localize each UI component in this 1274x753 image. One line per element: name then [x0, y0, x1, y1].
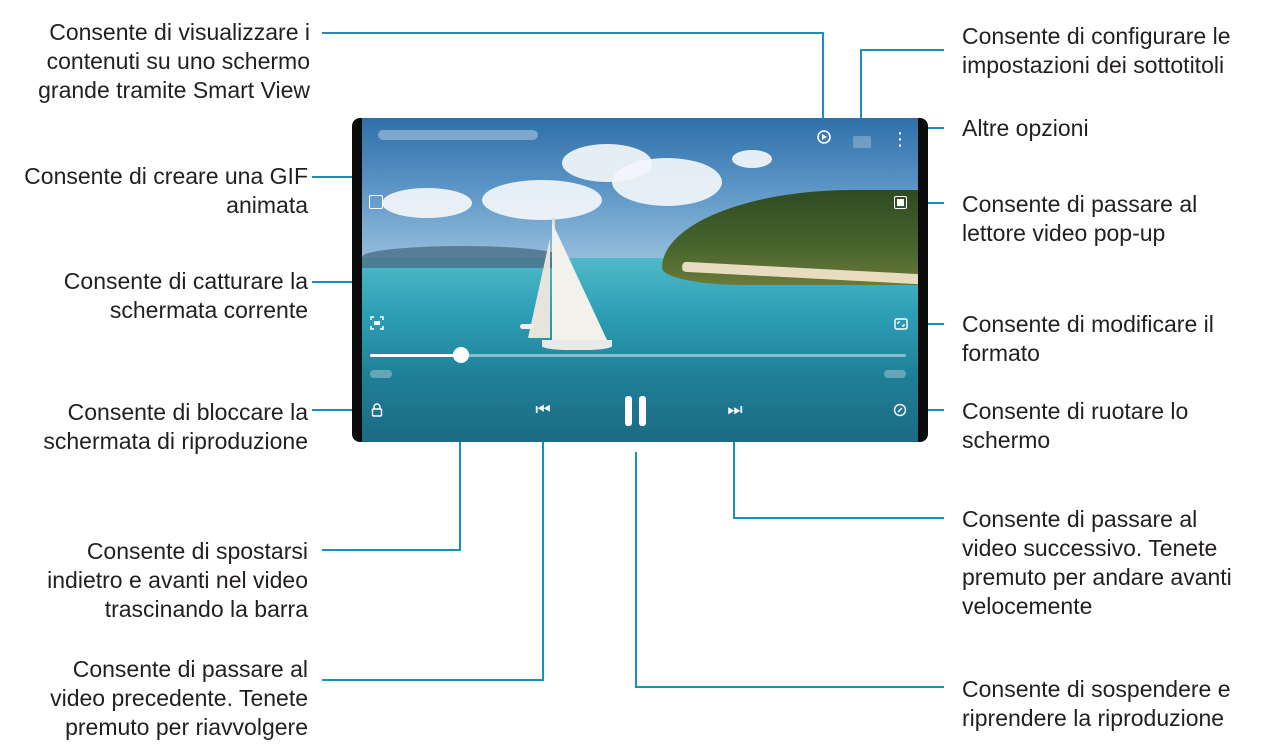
sailboat-hull: [542, 340, 612, 350]
callout-smart-view: Consente di visualizzare i contenuti su …: [38, 19, 310, 103]
callout-subtitles: Consente di configurare le impostazioni …: [962, 23, 1231, 78]
popup-player-icon[interactable]: [893, 195, 907, 209]
rotate-icon[interactable]: [892, 402, 908, 418]
elapsed-time: [370, 370, 392, 378]
pause-icon[interactable]: [625, 395, 647, 427]
total-time: [884, 370, 906, 378]
cloud: [732, 150, 772, 168]
cloud: [612, 158, 722, 206]
callout-gif: Consente di creare una GIF animata: [24, 163, 308, 218]
callout-ratio: Consente di modificare il formato: [962, 311, 1214, 366]
callout-popup: Consente di passare al lettore video pop…: [962, 191, 1198, 246]
lock-icon[interactable]: [370, 402, 384, 418]
seek-bar-progress: [370, 354, 462, 357]
smart-view-icon[interactable]: [815, 128, 833, 146]
leader-smart-view: [322, 32, 824, 130]
next-icon[interactable]: ⏭: [724, 400, 746, 420]
leader-previous: [322, 428, 544, 681]
callout-pause: Consente di sospendere e riprendere la r…: [962, 676, 1231, 731]
subtitles-icon[interactable]: [852, 134, 872, 150]
callout-more: Altre opzioni: [962, 115, 1089, 141]
ratio-icon[interactable]: [893, 317, 909, 331]
cloud: [482, 180, 602, 220]
seek-bar[interactable]: [370, 354, 906, 357]
video-title: [378, 130, 538, 140]
previous-icon[interactable]: ⏮: [532, 400, 554, 420]
callout-previous: Consente di passare al video precedente.…: [50, 656, 308, 740]
callout-seek: Consente di spostarsi indietro e avanti …: [47, 538, 308, 622]
pause-bar-left: [625, 396, 632, 426]
cloud: [382, 188, 472, 218]
small-boat: [520, 324, 534, 329]
sailboat-jib: [528, 238, 550, 338]
video-player: ⋮ ⏮ ⏭: [352, 118, 928, 442]
callout-lock: Consente di bloccare la schermata di rip…: [43, 399, 308, 454]
more-options-icon[interactable]: ⋮: [891, 128, 909, 150]
video-frame[interactable]: [362, 118, 918, 442]
callout-rotate: Consente di ruotare lo schermo: [962, 398, 1189, 453]
gif-icon[interactable]: [368, 194, 384, 210]
callout-next: Consente di passare al video successivo.…: [962, 506, 1232, 619]
callout-capture: Consente di catturare la schermata corre…: [63, 268, 308, 323]
sailboat-sail: [552, 222, 607, 340]
pause-bar-right: [639, 396, 646, 426]
seek-bar-thumb[interactable]: [453, 347, 470, 363]
capture-icon[interactable]: [369, 315, 385, 331]
leader-pause: [635, 452, 944, 688]
